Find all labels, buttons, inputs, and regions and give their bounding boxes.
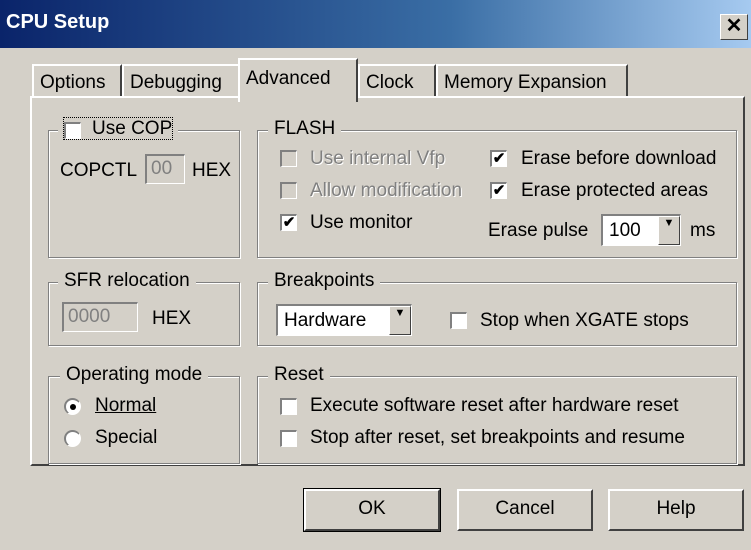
use-cop-checkbox[interactable] [64, 122, 81, 139]
stop-when-xgate-stops-checkbox[interactable] [450, 312, 467, 329]
normal-radio[interactable] [64, 398, 81, 415]
erase-before-download-label: Erase before download [521, 148, 717, 169]
help-button[interactable]: Help [608, 489, 744, 531]
tab-label: Clock [366, 72, 414, 93]
breakpoint-mode-select[interactable]: Hardware ▼ [276, 304, 412, 336]
breakpoint-mode-value: Hardware [284, 310, 367, 331]
special-label: Special [95, 427, 158, 448]
stop-when-xgate-stops-label: Stop when XGATE stops [480, 310, 689, 331]
use-monitor-label: Use monitor [310, 212, 413, 233]
radio-dot-icon [70, 404, 76, 410]
tab-clock[interactable]: Clock [358, 64, 436, 98]
check-icon: ✔ [492, 182, 506, 199]
tab-label: Memory Expansion [444, 72, 607, 93]
check-icon: ✔ [492, 150, 506, 167]
close-button[interactable]: ✕ [720, 14, 748, 40]
cancel-button[interactable]: Cancel [457, 489, 593, 531]
erase-protected-areas-checkbox[interactable]: ✔ [490, 182, 507, 199]
tab-label: Advanced [246, 68, 331, 89]
tab-advanced[interactable]: Advanced [238, 58, 358, 102]
use-cop-legend: Use COP [58, 117, 179, 140]
operating-mode-legend: Operating mode [60, 364, 209, 386]
tab-memory-expansion[interactable]: Memory Expansion [436, 64, 628, 98]
stop-after-reset-checkbox[interactable] [280, 430, 297, 447]
reset-legend: Reset [268, 364, 330, 386]
operating-mode-group [48, 376, 240, 464]
stop-after-reset-label: Stop after reset, set breakpoints and re… [310, 427, 685, 448]
use-internal-vfp-checkbox[interactable] [280, 150, 297, 167]
title-bar [0, 0, 751, 48]
copctl-field[interactable]: 00 [145, 154, 185, 184]
tab-debugging[interactable]: Debugging [122, 64, 240, 98]
window-title: CPU Setup [6, 11, 110, 33]
reset-group [257, 376, 737, 464]
sfr-relocation-field[interactable]: 0000 [62, 302, 138, 332]
tab-options[interactable]: Options [32, 64, 122, 98]
erase-pulse-unit: ms [690, 220, 716, 241]
use-internal-vfp-label: Use internal Vfp [310, 148, 446, 169]
flash-legend: FLASH [268, 118, 342, 140]
breakpoints-legend: Breakpoints [268, 270, 381, 292]
tab-label: Options [40, 72, 106, 93]
ok-button[interactable]: OK [303, 488, 441, 532]
copctl-label: COPCTL [60, 160, 138, 181]
special-radio[interactable] [64, 430, 81, 447]
execute-software-reset-checkbox[interactable] [280, 398, 297, 415]
sfr-relocation-value: 0000 [68, 306, 111, 327]
normal-label: Normal [95, 395, 157, 416]
copctl-hex-label: HEX [192, 160, 232, 181]
copctl-value: 00 [151, 158, 173, 179]
cop-group [48, 130, 240, 258]
check-icon: ✔ [282, 214, 296, 231]
erase-protected-areas-label: Erase protected areas [521, 180, 708, 201]
erase-pulse-label: Erase pulse [488, 220, 589, 241]
chevron-down-icon[interactable]: ▼ [658, 216, 680, 245]
sfr-relocation-legend: SFR relocation [58, 270, 196, 292]
chevron-down-icon[interactable]: ▼ [389, 306, 411, 335]
erase-pulse-select[interactable]: 100 ▼ [601, 214, 681, 246]
tab-label: Debugging [130, 72, 222, 93]
execute-software-reset-label: Execute software reset after hardware re… [310, 395, 679, 416]
allow-modification-label: Allow modification [310, 180, 463, 201]
erase-pulse-value: 100 [609, 220, 641, 241]
use-monitor-checkbox[interactable]: ✔ [280, 214, 297, 231]
close-icon: ✕ [725, 15, 743, 37]
allow-modification-checkbox[interactable] [280, 182, 297, 199]
sfr-hex-label: HEX [152, 308, 192, 329]
erase-before-download-checkbox[interactable]: ✔ [490, 150, 507, 167]
